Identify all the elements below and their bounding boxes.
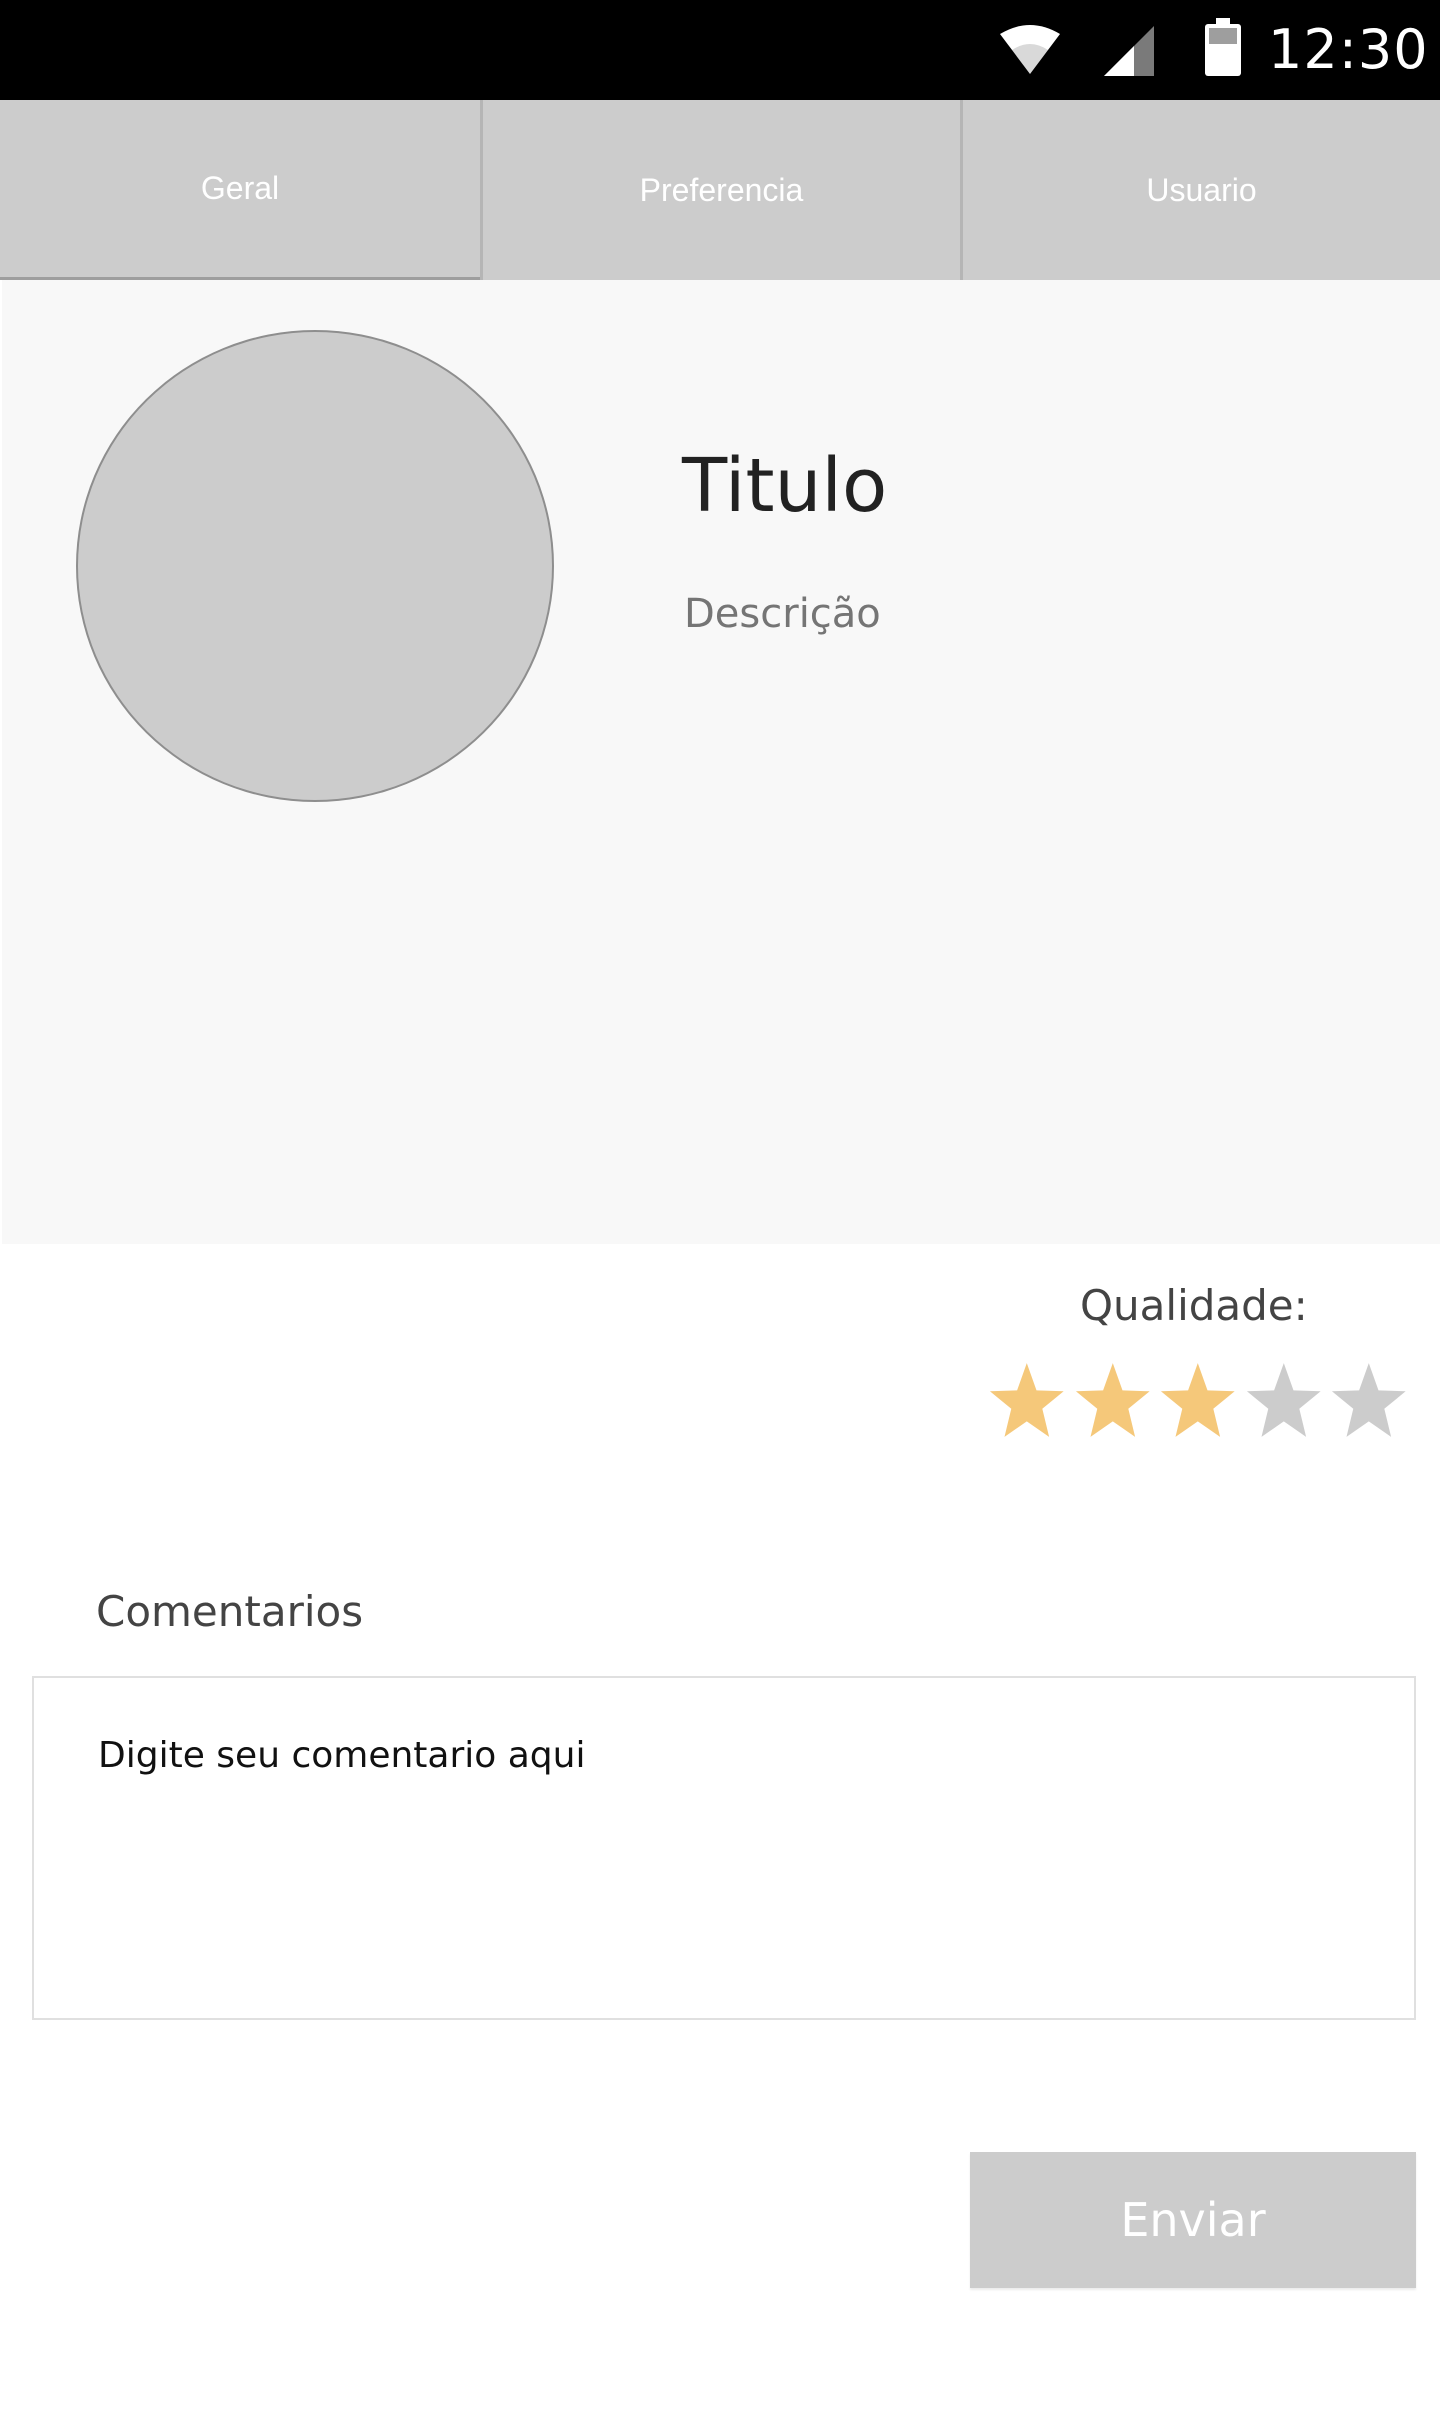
status-bar: 12:30 xyxy=(0,0,1440,100)
wifi-icon xyxy=(1000,25,1060,74)
tab-preferencia[interactable]: Preferencia xyxy=(480,100,960,280)
signal-icon xyxy=(1104,26,1154,76)
status-time: 12:30 xyxy=(1268,18,1429,81)
comment-placeholder: Digite seu comentario aqui xyxy=(98,1735,586,1776)
profile-description: Descrição xyxy=(684,591,881,637)
star-icon[interactable] xyxy=(988,1358,1066,1444)
star-icon[interactable] xyxy=(1330,1358,1408,1444)
tab-usuario[interactable]: Usuario xyxy=(960,100,1440,280)
quality-label: Qualidade: xyxy=(1080,1281,1308,1330)
battery-icon xyxy=(1205,18,1241,76)
profile-title: Titulo xyxy=(682,443,888,529)
send-button[interactable]: Enviar xyxy=(970,2152,1416,2288)
avatar xyxy=(76,330,554,802)
comment-field[interactable]: Digite seu comentario aqui xyxy=(32,1676,1416,2020)
tab-geral[interactable]: Geral xyxy=(0,100,480,280)
tab-bar: Geral Preferencia Usuario xyxy=(0,100,1440,280)
star-rating xyxy=(988,1358,1408,1444)
comments-label: Comentarios xyxy=(96,1587,364,1636)
star-icon[interactable] xyxy=(1074,1358,1152,1444)
star-icon[interactable] xyxy=(1245,1358,1323,1444)
star-icon[interactable] xyxy=(1159,1358,1237,1444)
